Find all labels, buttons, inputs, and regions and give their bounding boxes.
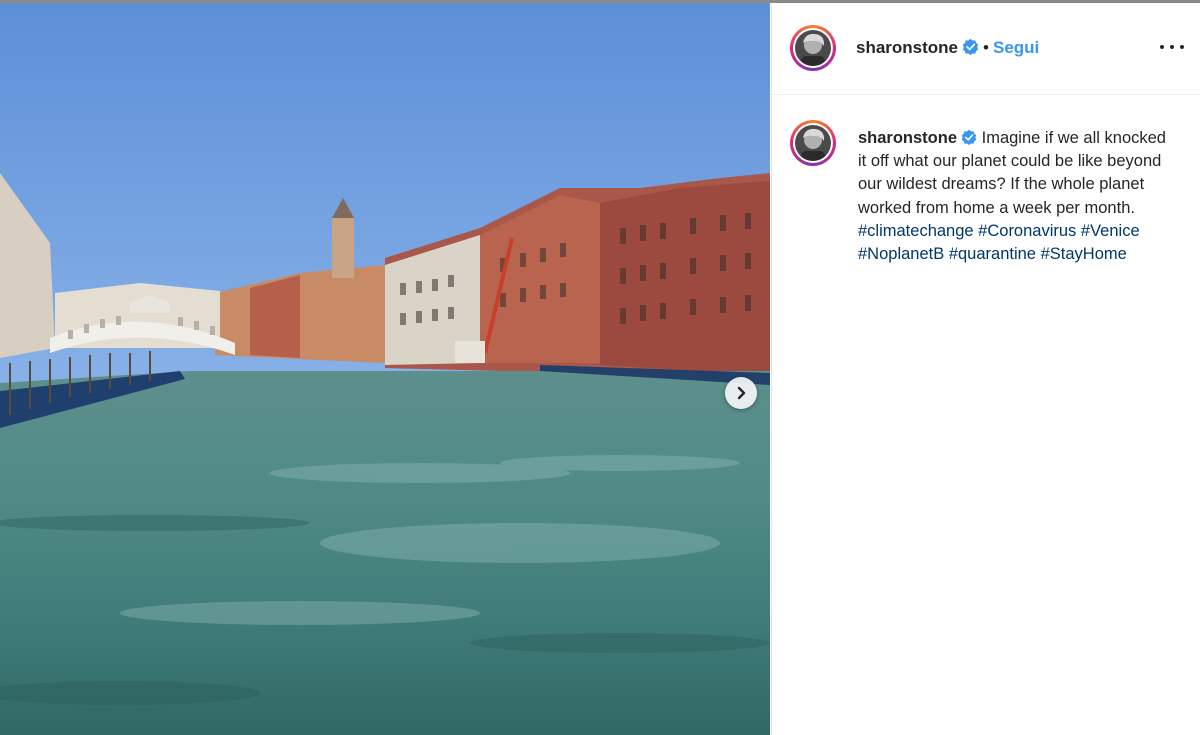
follow-button[interactable]: Segui [993, 38, 1039, 57]
post-caption: sharonstone Imagine if we all knocked it… [858, 127, 1178, 266]
avatar-image [795, 30, 831, 66]
next-photo-button[interactable] [725, 377, 757, 409]
hashtag-link[interactable]: #NoplanetB [858, 245, 944, 263]
verified-badge-icon [962, 38, 979, 55]
header-username[interactable]: sharonstone [856, 38, 958, 57]
header-user-row: sharonstone • Segui [856, 38, 1039, 58]
caption-avatar[interactable] [790, 120, 836, 166]
venice-canal-image [0, 3, 770, 735]
separator-dot: • [983, 38, 989, 57]
verified-badge-icon [961, 129, 977, 145]
hashtag-link[interactable]: #StayHome [1041, 245, 1127, 263]
post-photo[interactable] [0, 3, 770, 735]
more-options-icon[interactable] [1160, 37, 1184, 57]
hashtag-link[interactable]: #Coronavirus [978, 222, 1076, 240]
avatar-image [795, 125, 831, 161]
caption-username[interactable]: sharonstone [858, 129, 957, 147]
post-header: sharonstone • Segui [772, 3, 1200, 95]
avatar[interactable] [790, 25, 836, 71]
hashtag-link[interactable]: #Venice [1081, 222, 1140, 240]
hashtag-link[interactable]: #quarantine [949, 245, 1036, 263]
post-side-panel: sharonstone • Segui sharonstone Imagine if… [771, 3, 1200, 735]
chevron-right-icon [737, 386, 746, 400]
hashtag-link[interactable]: #climatechange [858, 222, 974, 240]
